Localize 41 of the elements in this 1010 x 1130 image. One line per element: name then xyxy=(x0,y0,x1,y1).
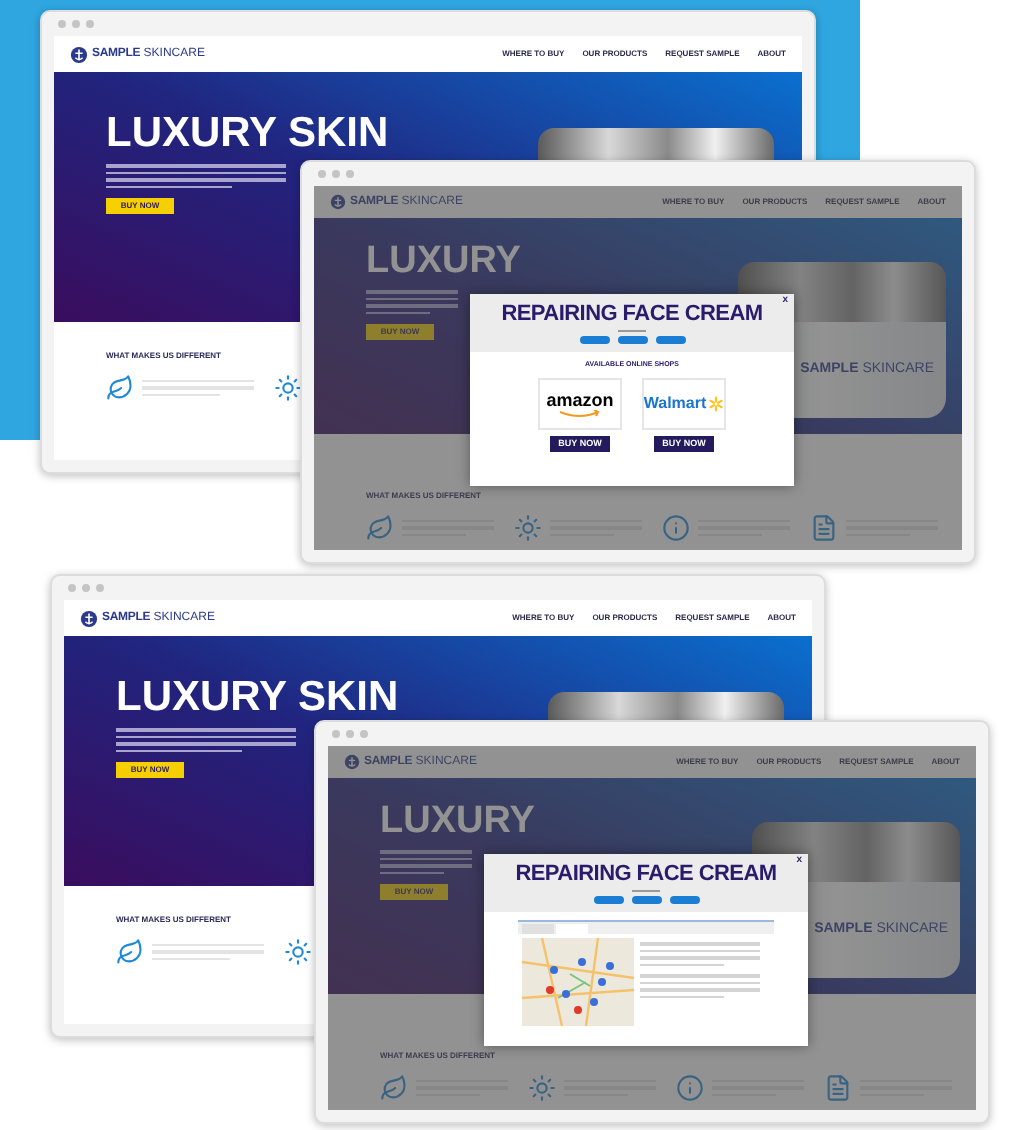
leaf-icon xyxy=(106,374,134,402)
subtitle-line xyxy=(632,890,660,892)
logo-icon xyxy=(70,45,88,63)
popup-title: REPAIRING FACE CREAM xyxy=(515,864,777,886)
info-icon xyxy=(676,1074,704,1102)
option-pill[interactable] xyxy=(631,896,661,904)
text-placeholder-lines xyxy=(152,943,264,961)
hero-title: LUXURY SKIN xyxy=(106,112,391,154)
hero-title: LUXURY SKIN xyxy=(116,676,401,718)
popup-title: REPAIRING FACE CREAM xyxy=(501,304,763,326)
shop-logo-text: Walmart xyxy=(643,396,707,413)
shop-logo-text: amazon xyxy=(546,391,614,410)
info-icon xyxy=(662,514,690,542)
logo-icon xyxy=(330,194,346,210)
option-pill[interactable] xyxy=(593,896,623,904)
option-pill[interactable] xyxy=(669,896,699,904)
logo-icon xyxy=(344,754,360,770)
leaf-icon xyxy=(366,514,394,542)
option-pill[interactable] xyxy=(617,336,647,344)
document-icon xyxy=(810,514,838,542)
hero-title: LUXURY xyxy=(380,802,537,840)
leaf-icon xyxy=(380,1074,408,1102)
subtitle-line xyxy=(618,330,646,332)
option-pill[interactable] xyxy=(579,336,609,344)
hero-title: LUXURY xyxy=(366,242,523,280)
map-drawing xyxy=(522,938,634,1026)
text-placeholder-lines xyxy=(640,974,760,998)
leaf-icon xyxy=(116,938,144,966)
document-icon xyxy=(824,1074,852,1102)
text-placeholder-lines xyxy=(142,379,254,397)
sun-icon xyxy=(528,1074,556,1102)
logo-icon xyxy=(80,609,98,627)
text-placeholder-lines xyxy=(366,290,458,314)
spark-icon xyxy=(708,396,725,413)
option-pill[interactable] xyxy=(655,336,685,344)
sun-icon xyxy=(284,938,312,966)
sun-icon xyxy=(274,374,302,402)
sun-icon xyxy=(514,514,542,542)
text-placeholder-lines xyxy=(640,942,760,966)
text-placeholder-lines xyxy=(380,850,472,874)
smile-arrow-icon xyxy=(557,409,602,418)
